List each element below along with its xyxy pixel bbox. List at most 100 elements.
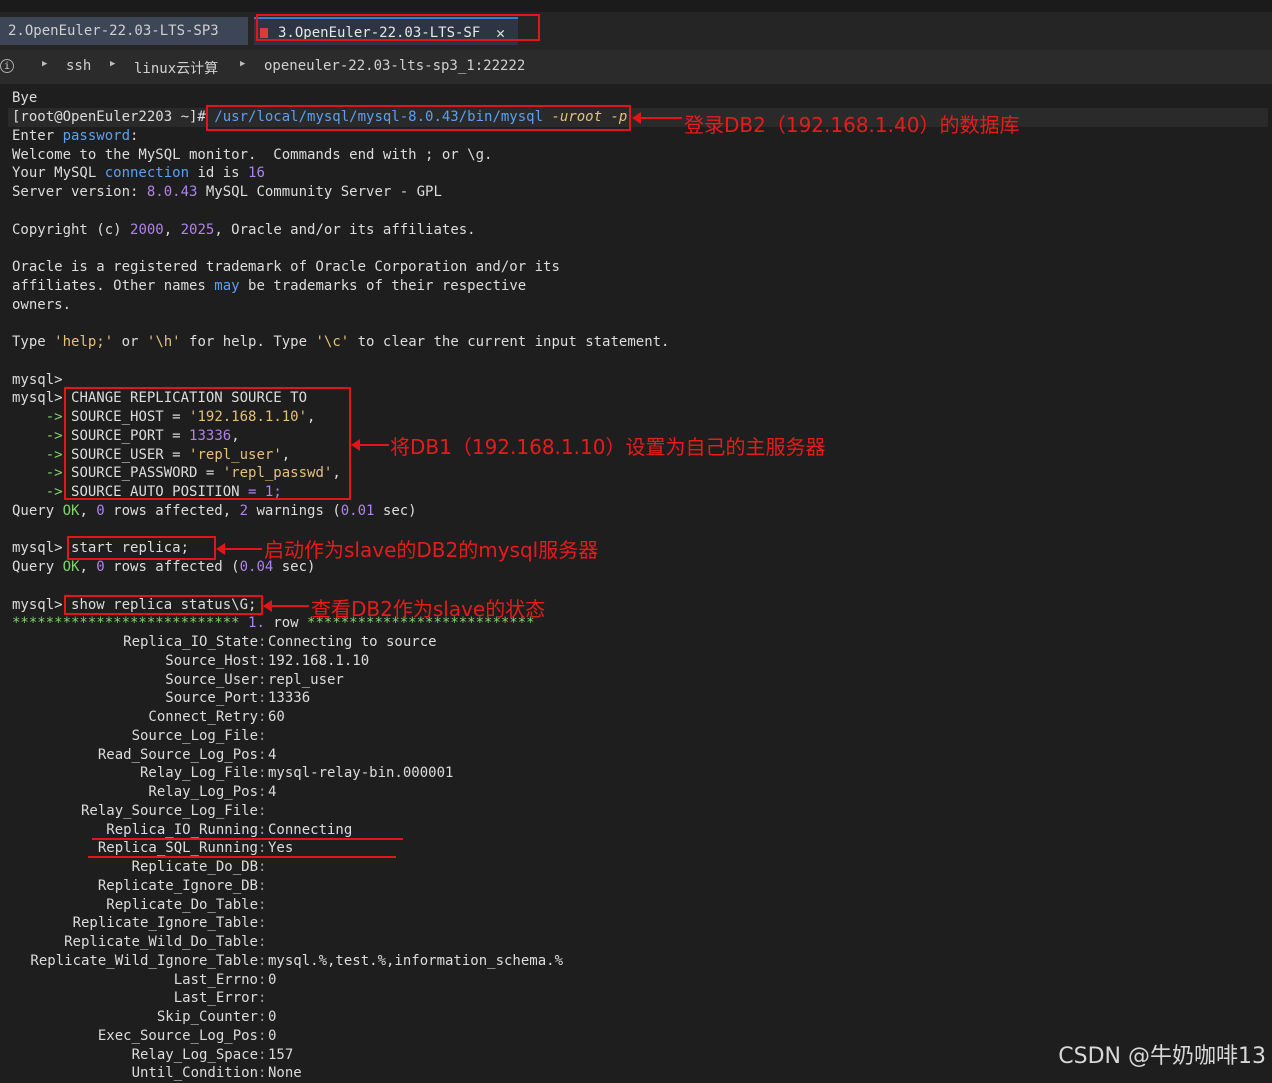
status-key: Relay_Log_Pos <box>148 784 258 800</box>
status-key: Replica_IO_State <box>123 634 258 650</box>
watermark: CSDN @牛奶咖啡13 <box>1058 1044 1266 1069</box>
status-separator: : <box>258 634 267 650</box>
arrow-icon <box>632 112 682 124</box>
status-key: Until_Condition <box>131 1065 258 1081</box>
status-key: Relay_Log_File <box>139 765 258 781</box>
status-key: Read_Source_Log_Pos <box>97 747 258 763</box>
status-separator: : <box>258 709 267 725</box>
chevron-right-icon: ▶ <box>42 59 48 69</box>
status-separator: : <box>258 1065 267 1081</box>
status-separator: : <box>258 690 267 706</box>
status-key: Replicate_Ignore_DB <box>97 878 258 894</box>
term-line: -> SOURCE_USER = 'repl_user', <box>12 447 291 463</box>
annotation-show-status: 查看DB2作为slave的状态 <box>311 597 546 621</box>
term-line: Welcome to the MySQL monitor. Commands e… <box>12 147 493 163</box>
status-separator: : <box>258 990 267 1006</box>
underline-sql-running <box>88 856 396 858</box>
term-line: mysql> show replica status\G; <box>12 597 257 613</box>
status-value: 13336 <box>268 690 311 706</box>
chevron-right-icon: ▶ <box>240 59 246 69</box>
status-value: 0 <box>268 1009 277 1025</box>
status-separator: : <box>258 1028 267 1044</box>
status-value: None <box>268 1065 302 1081</box>
status-separator: : <box>258 953 267 969</box>
status-separator: : <box>258 672 267 688</box>
status-key: Replicate_Wild_Do_Table <box>64 934 258 950</box>
status-value: 192.168.1.10 <box>268 653 370 669</box>
status-value: 4 <box>268 784 277 800</box>
status-value: repl_user <box>268 672 344 688</box>
tab-openeuler-2[interactable]: 2.OpenEuler-22.03-LTS-SP3 <box>0 17 248 45</box>
annotation-change-source: 将DB1（192.168.1.10）设置为自己的主服务器 <box>390 435 826 459</box>
status-key: Exec_Source_Log_Pos <box>97 1028 258 1044</box>
status-separator: : <box>258 1047 267 1063</box>
status-value: mysql.%,test.%,information_schema.% <box>268 953 564 969</box>
term-line: Copyright (c) 2000, 2025, Oracle and/or … <box>12 222 476 238</box>
status-key: Connect_Retry <box>148 709 258 725</box>
term-line: Query OK, 0 rows affected, 2 warnings (0… <box>12 503 417 519</box>
arrow-icon <box>263 600 309 612</box>
term-line: Type 'help;' or '\h' for help. Type '\c'… <box>12 334 670 350</box>
status-separator: : <box>258 915 267 931</box>
terminal[interactable]: Bye [root@OpenEuler2203 ~]# /usr/local/m… <box>0 84 1272 1081</box>
info-icon[interactable]: i <box>0 59 14 73</box>
breadcrumb-item-linux[interactable]: linux云计算 <box>134 58 218 78</box>
status-key: Source_Host <box>165 653 258 669</box>
status-value: 0 <box>268 1028 277 1044</box>
status-value: 0 <box>268 972 277 988</box>
term-line: owners. <box>12 297 72 313</box>
term-line: -> SOURCE_PASSWORD = 'repl_passwd', <box>12 465 341 481</box>
close-icon[interactable]: ✕ <box>496 19 505 47</box>
tab-status-icon <box>260 28 268 38</box>
status-key: Last_Errno <box>173 972 258 988</box>
status-key: Relay_Log_Space <box>131 1047 258 1063</box>
term-line: Enter password: <box>12 128 139 144</box>
status-key: Replicate_Wild_Ignore_Table <box>30 953 258 969</box>
status-separator: : <box>258 934 267 950</box>
term-line: Bye <box>12 90 38 106</box>
window-top-strip <box>0 0 1272 12</box>
term-line: Your MySQL connection id is 16 <box>12 165 265 181</box>
status-value: mysql-relay-bin.000001 <box>268 765 454 781</box>
tab-label: 3.OpenEuler-22.03-LTS-SF <box>278 25 481 41</box>
breadcrumb-item-ssh[interactable]: ssh <box>66 58 91 74</box>
term-line: -> SOURCE_PORT = 13336, <box>12 428 240 444</box>
status-value: 4 <box>268 747 277 763</box>
breadcrumb: i ▶ ssh ▶ linux云计算 ▶ openeuler-22.03-lts… <box>0 50 1272 84</box>
status-separator: : <box>258 765 267 781</box>
status-key: Replicate_Do_Table <box>106 897 258 913</box>
status-separator: : <box>258 972 267 988</box>
status-value: 60 <box>268 709 285 725</box>
status-key: Replicate_Ignore_Table <box>72 915 258 931</box>
term-line: mysql> <box>12 372 63 388</box>
status-separator: : <box>258 653 267 669</box>
status-key: Last_Error <box>173 990 258 1006</box>
term-line: mysql> start replica; <box>12 540 190 556</box>
status-separator: : <box>258 897 267 913</box>
status-key: Source_User <box>165 672 258 688</box>
tab-bar: 2.OpenEuler-22.03-LTS-SP3 3.OpenEuler-22… <box>0 12 1272 50</box>
status-separator: : <box>258 728 267 744</box>
arrow-icon <box>216 543 262 555</box>
status-separator: : <box>258 878 267 894</box>
term-line: affiliates. Other names may be trademark… <box>12 278 527 294</box>
underline-io-running <box>92 838 403 840</box>
term-line: Oracle is a registered trademark of Orac… <box>12 259 560 275</box>
status-separator: : <box>258 1009 267 1025</box>
tab-openeuler-3-active[interactable]: 3.OpenEuler-22.03-LTS-SF ✕ <box>254 17 518 45</box>
status-separator: : <box>258 803 267 819</box>
breadcrumb-item-host[interactable]: openeuler-22.03-lts-sp3_1:22222 <box>264 58 525 74</box>
status-key: Skip_Counter <box>156 1009 258 1025</box>
status-separator: : <box>258 747 267 763</box>
status-value: Connecting to source <box>268 634 437 650</box>
status-separator: : <box>258 859 267 875</box>
tab-label: 2.OpenEuler-22.03-LTS-SP3 <box>8 23 219 39</box>
term-line: mysql> CHANGE REPLICATION SOURCE TO <box>12 390 308 406</box>
status-separator: : <box>258 784 267 800</box>
annotation-start: 启动作为slave的DB2的mysql服务器 <box>264 538 599 562</box>
status-value: 157 <box>268 1047 294 1063</box>
annotation-login: 登录DB2（192.168.1.40）的数据库 <box>684 113 1020 137</box>
status-key: Relay_Source_Log_File <box>80 803 258 819</box>
term-line: -> SOURCE_HOST = '192.168.1.10', <box>12 409 316 425</box>
chevron-right-icon: ▶ <box>110 59 116 69</box>
